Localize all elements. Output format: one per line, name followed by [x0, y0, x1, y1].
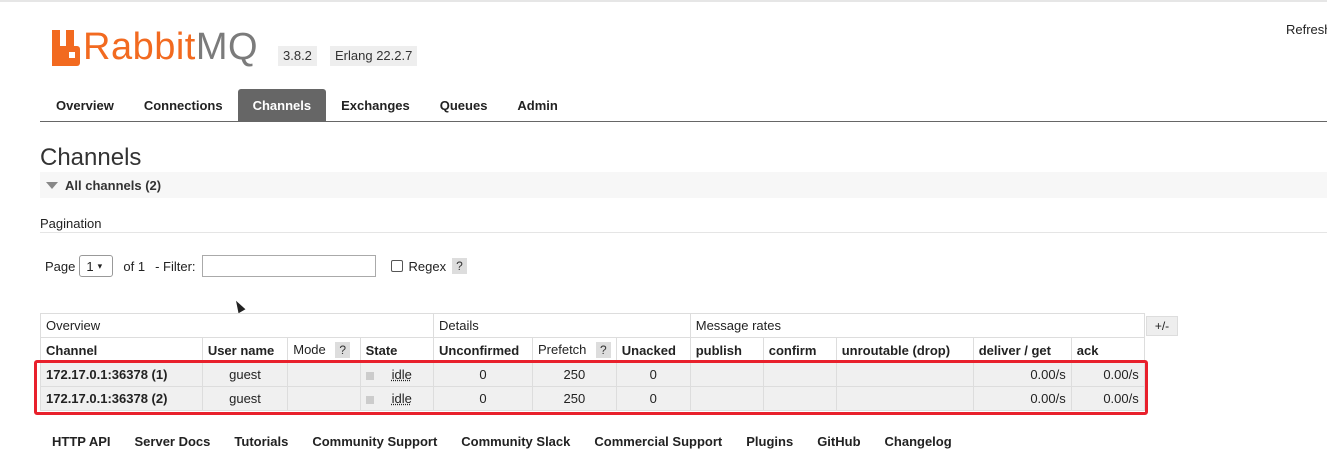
tab-queues[interactable]: Queues	[425, 89, 503, 122]
col-state[interactable]: State	[359, 337, 435, 363]
filter-label: - Filter:	[155, 258, 196, 274]
col-deliver-get[interactable]: deliver / get	[972, 337, 1072, 363]
refresh-label[interactable]: Refresh	[1286, 22, 1327, 37]
prefetch-help-button[interactable]: ?	[596, 342, 611, 358]
footer-link-tutorials[interactable]: Tutorials	[222, 434, 300, 449]
col-ack[interactable]: ack	[1070, 337, 1145, 363]
pagination-label[interactable]: Pagination	[40, 216, 101, 231]
tab-underline	[40, 121, 1327, 122]
col-publish[interactable]: publish	[689, 337, 764, 363]
page-select[interactable]: 1 ▾	[79, 255, 114, 277]
footer-link-community-slack[interactable]: Community Slack	[449, 434, 582, 449]
pagination-controls: Page 1 ▾ of 1 - Filter: Regex ?	[45, 254, 467, 278]
col-unacked[interactable]: Unacked	[615, 337, 691, 363]
col-mode[interactable]: Mode ?	[287, 337, 361, 363]
filter-input[interactable]	[201, 255, 376, 277]
tab-exchanges[interactable]: Exchanges	[326, 89, 425, 122]
footer-link-community-support[interactable]: Community Support	[300, 434, 449, 449]
page-select-value: 1	[86, 258, 94, 274]
rabbitmq-logo[interactable]: RabbitMQ	[52, 26, 258, 66]
mode-help-button[interactable]: ?	[335, 342, 351, 358]
tab-admin[interactable]: Admin	[502, 89, 572, 122]
group-header-message-rates: Message rates	[689, 313, 1145, 338]
version-badge: 3.8.2	[278, 46, 317, 66]
col-prefetch[interactable]: Prefetch ?	[532, 337, 617, 363]
page-title: Channels	[40, 144, 142, 171]
footer-link-changelog[interactable]: Changelog	[873, 434, 964, 449]
rabbitmq-logo-icon	[52, 30, 80, 66]
section-title: All channels (2)	[65, 178, 162, 193]
regex-checkbox[interactable]	[390, 260, 403, 272]
col-user-name[interactable]: User name	[201, 337, 289, 363]
all-channels-section-toggle[interactable]: All channels (2)	[40, 172, 1327, 198]
regex-help-button[interactable]: ?	[452, 258, 467, 274]
footer-link-github[interactable]: GitHub	[805, 434, 872, 449]
col-confirm[interactable]: confirm	[762, 337, 837, 363]
col-unconfirmed[interactable]: Unconfirmed	[433, 337, 533, 363]
main-tabs: Overview Connections Channels Exchanges …	[40, 89, 573, 122]
tab-channels[interactable]: Channels	[237, 89, 327, 122]
logo-text: RabbitMQ	[83, 26, 259, 68]
top-border	[0, 0, 1327, 2]
col-channel[interactable]: Channel	[40, 337, 203, 363]
mouse-cursor-icon	[232, 298, 246, 314]
toggle-columns-button[interactable]: +/-	[1146, 316, 1178, 336]
group-header-overview: Overview	[40, 313, 434, 338]
footer-links: HTTP API Server Docs Tutorials Community…	[40, 434, 964, 449]
page-label: Page	[45, 258, 76, 274]
footer-link-plugins[interactable]: Plugins	[734, 434, 805, 449]
tab-overview[interactable]: Overview	[40, 89, 129, 122]
pagination-divider	[40, 232, 1327, 233]
footer-link-commercial-support[interactable]: Commercial Support	[582, 434, 734, 449]
chevron-down-icon: ▾	[97, 260, 103, 271]
footer-link-server-docs[interactable]: Server Docs	[123, 434, 223, 449]
regex-label: Regex	[408, 258, 447, 274]
erlang-version-badge: Erlang 22.2.7	[330, 46, 418, 66]
col-unroutable[interactable]: unroutable (drop)	[835, 337, 974, 363]
collapse-triangle-icon	[46, 182, 58, 189]
highlight-box	[34, 360, 1148, 415]
group-header-details: Details	[433, 313, 691, 338]
tab-connections[interactable]: Connections	[129, 89, 238, 122]
footer-link-http-api[interactable]: HTTP API	[40, 434, 123, 449]
page-count: of 1	[123, 258, 146, 274]
